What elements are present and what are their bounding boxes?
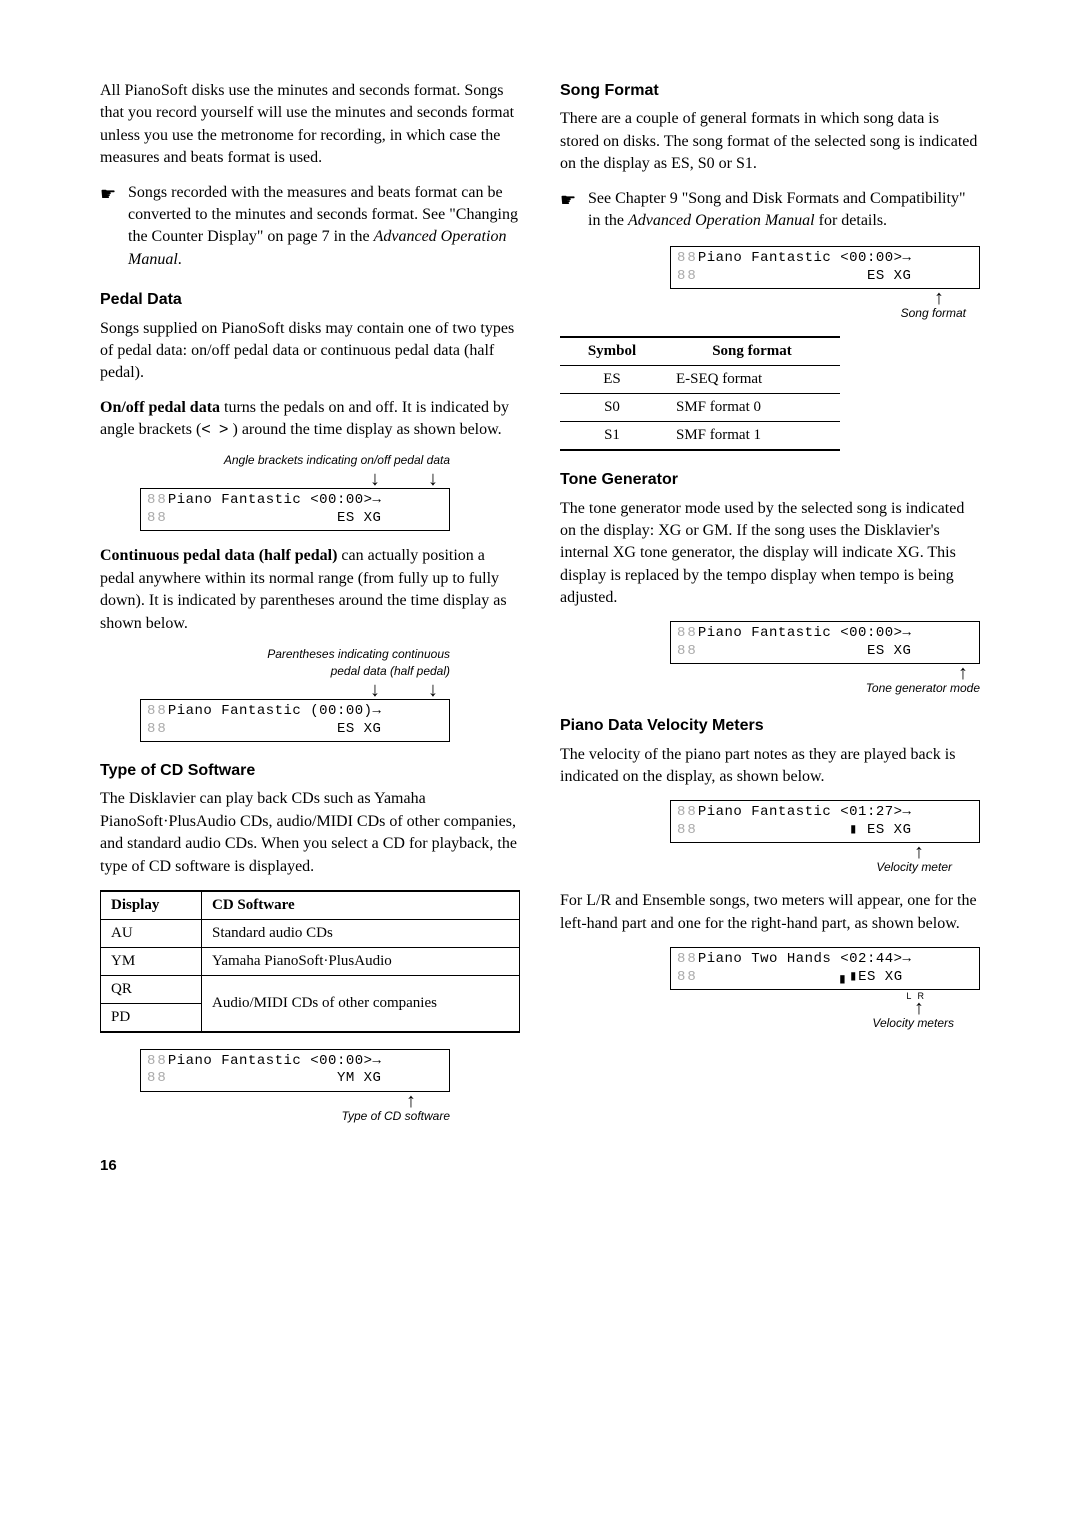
page-number: 16 (100, 1155, 980, 1176)
intro-bullet-text: Songs recorded with the measures and bea… (124, 182, 520, 272)
cd-th-software: CD Software (202, 891, 520, 920)
lcd-half-block: Parentheses indicating continuous pedal … (140, 647, 450, 742)
arrow-up-icon: ↑ (934, 291, 980, 305)
table-row: ESE-SEQ format (560, 366, 840, 394)
song-format-table: Symbol Song format ESE-SEQ format S0SMF … (560, 336, 840, 451)
tone-heading: Tone Generator (560, 469, 980, 491)
cd-p1: The Disklavier can play back CDs such as… (100, 788, 520, 878)
velocity-heading: Piano Data Velocity Meters (560, 715, 980, 737)
lcd-song-block: 88Piano Fantastic <00:00>→ 88 ES XG ↑ So… (670, 246, 980, 322)
arrow-down-icon: ↓ (428, 681, 438, 699)
velocity-p1: The velocity of the piano part notes as … (560, 744, 980, 789)
table-row: YM Yamaha PianoSoft·PlusAudio (101, 947, 520, 975)
arrow-down-icon: ↓ (370, 470, 380, 488)
song-p1: There are a couple of general formats in… (560, 108, 980, 175)
lcd-display: 88Piano Fantastic <00:00>→ 88 ES XG (670, 246, 980, 289)
lcd-tone-label: Tone generator mode (866, 680, 980, 697)
lcd-cd-label: Type of CD software (342, 1108, 450, 1125)
arrow-up-icon: ↑ (958, 666, 980, 680)
table-row: S1SMF format 1 (560, 422, 840, 451)
table-row: S0SMF format 0 (560, 394, 840, 422)
song-bullet: ☛ See Chapter 9 "Song and Disk Formats a… (560, 188, 980, 233)
intro-bullet: ☛ Songs recorded with the measures and b… (100, 182, 520, 272)
arrow-down-icon: ↓ (428, 470, 438, 488)
pedal-p3: Continuous pedal data (half pedal) can a… (100, 545, 520, 635)
lr-label: L R (670, 992, 980, 1001)
sym-th-symbol: Symbol (560, 337, 664, 366)
tone-p1: The tone generator mode used by the sele… (560, 498, 980, 610)
lcd-cd-block: 88Piano Fantastic <00:00>→ 88 YM XG ↑ Ty… (140, 1049, 450, 1125)
lcd-display: 88Piano Fantastic <00:00>→ 88 YM XG (140, 1049, 450, 1092)
lcd-display: 88Piano Two Hands <02:44>→ 88 ▖▮ES XG (670, 947, 980, 990)
sym-th-format: Song format (664, 337, 840, 366)
velocity-p2: For L/R and Ensemble songs, two meters w… (560, 890, 980, 935)
table-row: QR Audio/MIDI CDs of other companies (101, 975, 520, 1003)
lcd-song-label: Song format (901, 305, 980, 322)
lcd-tone-block: 88Piano Fantastic <00:00>→ 88 ES XG ↑ To… (670, 621, 980, 697)
cd-th-display: Display (101, 891, 202, 920)
lcd-half-caption-1: Parentheses indicating continuous (140, 647, 450, 662)
pedal-p2: On/off pedal data turns the pedals on an… (100, 397, 520, 442)
arrow-up-icon: ↑ (406, 1094, 450, 1108)
lcd-display: 88Piano Fantastic <01:27>→ 88 ▮ ES XG (670, 800, 980, 843)
table-row: AU Standard audio CDs (101, 919, 520, 947)
lcd-display: 88Piano Fantastic <00:00>→ 88 ES XG (670, 621, 980, 664)
lcd-vel2-label: Velocity meters (872, 1015, 980, 1032)
lcd-onoff-caption: Angle brackets indicating on/off pedal d… (140, 453, 450, 468)
pedal-heading: Pedal Data (100, 289, 520, 311)
lcd-half-caption-2: pedal data (half pedal) (140, 664, 450, 679)
lcd-onoff-block: Angle brackets indicating on/off pedal d… (140, 453, 450, 531)
lcd-vel1-block: 88Piano Fantastic <01:27>→ 88 ▮ ES XG ↑ … (670, 800, 980, 876)
cd-table: Display CD Software AU Standard audio CD… (100, 890, 520, 1033)
pedal-p1: Songs supplied on PianoSoft disks may co… (100, 318, 520, 385)
lcd-display: 88Piano Fantastic <00:00>→ 88 ES XG (140, 488, 450, 531)
lcd-vel1-label: Velocity meter (876, 859, 980, 876)
bullet-marker: ☛ (560, 188, 584, 233)
bullet-marker: ☛ (100, 182, 124, 272)
cd-heading: Type of CD Software (100, 760, 520, 782)
song-bullet-text: See Chapter 9 "Song and Disk Formats and… (584, 188, 980, 233)
lcd-vel2-block: 88Piano Two Hands <02:44>→ 88 ▖▮ES XG L … (670, 947, 980, 1032)
song-heading: Song Format (560, 80, 980, 102)
arrow-down-icon: ↓ (370, 681, 380, 699)
arrow-up-icon: ↑ (914, 845, 980, 859)
intro-paragraph: All PianoSoft disks use the minutes and … (100, 80, 520, 170)
arrow-up-icon: ↑ (914, 1001, 980, 1015)
lcd-display: 88Piano Fantastic (00:00)→ 88 ES XG (140, 699, 450, 742)
